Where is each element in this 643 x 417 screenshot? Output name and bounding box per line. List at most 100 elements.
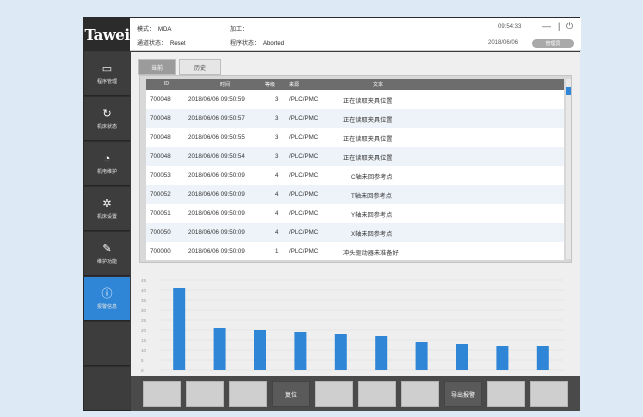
cell-text: 正在读取夹具位置 [343,98,393,105]
chart-bar [294,332,307,370]
mode-status: 模式： MDA [137,24,171,33]
cell-source: /PLC/PMC [289,115,319,122]
gear-icon: ✲ [102,197,112,210]
cell-text: 正在读取夹具位置 [343,136,393,143]
brand-logo: Tawei [84,18,130,51]
chart-bar [375,336,388,370]
channel-status: 通道状态： Reset [137,38,186,47]
table-row[interactable]: 700051 2018/06/06 09:50:09 4 /PLC/PMC Y轴… [146,204,564,223]
sidebar-item-empty[interactable] [84,322,130,366]
cell-level: 3 [275,153,279,160]
softkey-7[interactable] [401,381,439,407]
table-row[interactable]: 700052 2018/06/06 09:50:09 4 /PLC/PMC T轴… [146,185,564,204]
y-tick-label: 45 [141,278,147,283]
power-button[interactable]: ⏻ [566,21,573,32]
tab-current[interactable]: 当前 [138,59,176,75]
softkey-2[interactable] [186,381,224,407]
sidebar-item-program[interactable]: ▭ 程序管理 [84,52,130,96]
softkey-9[interactable] [487,381,525,407]
clock-time: 09:54:33 [498,24,522,30]
scrollbar-thumb[interactable] [566,87,571,95]
cell-level: 3 [275,115,279,122]
sidebar-item-machine-status[interactable]: ↻ 机床状态 [84,97,130,141]
cell-id: 700048 [150,153,171,160]
table-row[interactable]: 700048 2018/06/06 09:50:55 3 /PLC/PMC 正在… [146,128,564,147]
sidebar-item-empty[interactable] [84,367,130,411]
sidebar-item-label: 报警信息 [96,303,117,310]
cell-text: T轴未回参考点 [351,193,392,200]
table-row[interactable]: 700050 2018/06/06 09:50:09 4 /PLC/PMC X轴… [146,223,564,242]
cell-time: 2018/06/06 09:50:09 [188,210,245,217]
sidebar-item-maintenance[interactable]: ◔ 机电维护 [84,142,130,186]
reset-button[interactable]: 复位 [272,381,310,407]
chart-bar [213,328,226,370]
sidebar-item-label: 维护功能 [96,258,117,265]
cell-time: 2018/06/06 09:50:59 [188,96,245,103]
cell-source: /PLC/PMC [289,191,319,198]
wrench-icon: ✎ [102,242,112,255]
cell-level: 4 [275,229,279,236]
softkey-10[interactable] [530,381,568,407]
y-tick-label: 20 [141,328,147,333]
alarm-table: ID 时间 等级 来源 文本 700048 2018/06/06 09:50:5… [139,75,572,263]
cell-source: /PLC/PMC [289,210,319,217]
header-source: 来源 [289,82,300,88]
cell-time: 2018/06/06 09:50:57 [188,115,245,122]
softkey-bar: 复位 导出报警 [131,376,580,411]
chart-bar [496,346,509,370]
program-value: Aborted [263,41,285,47]
cell-text: 正在读取夹具位置 [343,117,393,124]
user-badge[interactable]: 管理员 [532,39,574,48]
channel-label: 通道状态： [137,41,168,47]
cell-level: 3 [275,96,279,103]
table-row[interactable]: 700048 2018/06/06 09:50:57 3 /PLC/PMC 正在… [146,109,564,128]
alarm-bar-chart: 454035302520151050 [139,276,572,376]
softkey-5[interactable] [315,381,353,407]
y-tick-label: 35 [141,298,147,303]
process-label: 加工： [230,27,249,33]
table-row[interactable]: 700053 2018/06/06 09:50:09 4 /PLC/PMC C轴… [146,166,564,185]
table-row[interactable]: 700000 2018/06/06 09:50:09 1 /PLC/PMC 冲头… [146,242,564,260]
cell-source: /PLC/PMC [289,229,319,236]
cell-id: 700050 [150,229,171,236]
refresh-icon: ↻ [102,107,112,120]
cell-id: 700048 [150,134,171,141]
minimize-button[interactable]: — [542,21,551,31]
cell-text: X轴未回参考点 [351,231,393,238]
cell-text: 正在读取夹具位置 [343,155,393,162]
cell-level: 3 [275,134,279,141]
chart-bar [173,288,186,370]
info-icon: ⓘ [101,287,113,300]
softkey-3[interactable] [229,381,267,407]
table-scrollbar[interactable] [566,79,571,259]
table-row[interactable]: 700048 2018/06/06 09:50:59 3 /PLC/PMC 正在… [146,90,564,109]
softkey-6[interactable] [358,381,396,407]
y-tick-label: 15 [141,338,147,343]
mode-label: 模式： [137,27,156,33]
sidebar-item-service[interactable]: ✎ 维护功能 [84,232,130,276]
sidebar-item-alarms[interactable]: ⓘ 报警信息 [84,277,130,321]
cell-level: 1 [275,248,279,255]
cell-time: 2018/06/06 09:50:54 [188,153,245,160]
channel-value: Reset [170,41,186,47]
cell-id: 700053 [150,172,171,179]
cell-time: 2018/06/06 09:50:55 [188,134,245,141]
y-tick-label: 25 [141,318,147,323]
export-alarm-button[interactable]: 导出报警 [444,381,482,407]
chart-bar [254,330,266,370]
table-row[interactable]: 700048 2018/06/06 09:50:54 3 /PLC/PMC 正在… [146,147,564,166]
clock-date: 2018/06/06 [488,40,519,46]
softkey-1[interactable] [143,381,181,407]
alarm-content: 当前 历史 ID 时间 等级 来源 文本 700048 2018/06/06 0… [131,52,580,376]
cell-id: 700051 [150,210,171,217]
table-header: ID 时间 等级 来源 文本 [146,79,564,90]
tab-history[interactable]: 历史 [179,59,221,75]
cell-text: Y轴未回参考点 [351,212,393,219]
cell-text: C轴未回参考点 [351,174,393,181]
cell-source: /PLC/PMC [289,172,319,179]
sidebar: ▭ 程序管理 ↻ 机床状态 ◔ 机电维护 ✲ 机床设置 ✎ 维护功能 ⓘ 报警信… [84,52,130,411]
cell-text: 冲头驱动器未准备好 [343,250,399,257]
program-label: 程序状态： [230,41,261,47]
sidebar-item-settings[interactable]: ✲ 机床设置 [84,187,130,231]
chart-bar [415,342,428,370]
